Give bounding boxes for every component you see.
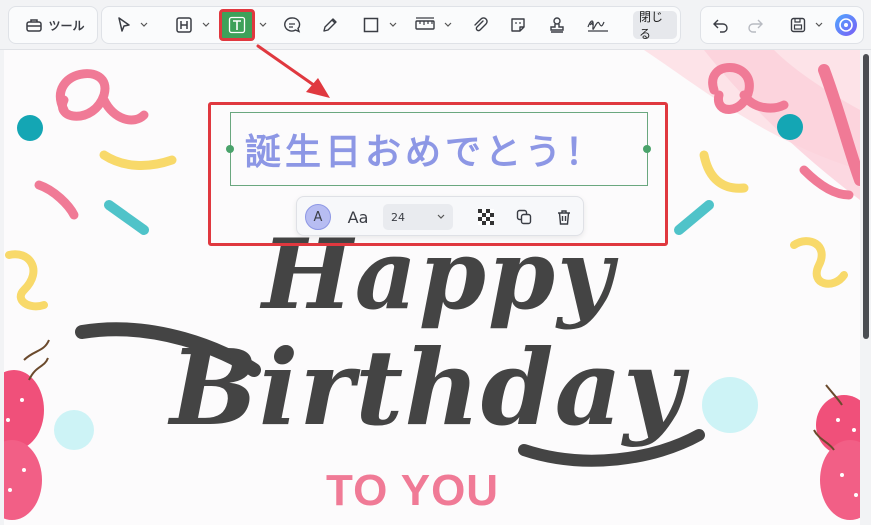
- text-annotation-box[interactable]: 誕生日おめでとう！: [230, 112, 648, 186]
- select-tool[interactable]: [112, 11, 136, 39]
- signature-tool[interactable]: [584, 11, 612, 39]
- strawberry-right: [813, 384, 860, 520]
- font-size-value: 24: [391, 210, 405, 224]
- square-icon: [363, 17, 379, 33]
- text-color-button[interactable]: A: [305, 204, 331, 230]
- stamp-tool[interactable]: [545, 11, 569, 39]
- copy-icon: [516, 209, 532, 225]
- delete-button[interactable]: [551, 204, 577, 230]
- chevron-down-icon[interactable]: [259, 21, 267, 29]
- chevron-down-icon[interactable]: [444, 21, 452, 29]
- strawberry-left: [4, 339, 50, 520]
- toolbar: ツール 閉じる: [0, 0, 871, 50]
- heading-icon: [176, 17, 192, 33]
- font-family-button[interactable]: Aa: [341, 204, 375, 230]
- pen-tool[interactable]: [318, 11, 342, 39]
- pencil-icon: [323, 18, 337, 32]
- text-annotation-content[interactable]: 誕生日おめでとう！: [245, 123, 605, 175]
- font-family-label: Aa: [347, 207, 369, 227]
- redo-button[interactable]: [743, 11, 767, 39]
- measure-tool[interactable]: [412, 11, 438, 39]
- text-format-toolbar: A Aa 24: [296, 196, 584, 236]
- pdf-editor: ツール 閉じる Happy Birthday TO YOU 誕生日おめでとう！ …: [0, 0, 871, 525]
- sticker-tool[interactable]: [506, 11, 530, 39]
- card-birthday-text: Birthday: [170, 326, 685, 449]
- transparency-button[interactable]: [473, 204, 499, 230]
- comment-tool[interactable]: [280, 11, 304, 39]
- comment-icon: [284, 17, 301, 33]
- shape-tool[interactable]: [359, 11, 383, 39]
- text-icon: [228, 16, 246, 34]
- chevron-down-icon[interactable]: [140, 21, 148, 29]
- text-tool-button[interactable]: [219, 9, 255, 41]
- vertical-scrollbar[interactable]: [861, 50, 871, 525]
- ai-assistant-icon: [835, 14, 857, 36]
- save-button[interactable]: [786, 11, 810, 39]
- undo-button[interactable]: [709, 11, 733, 39]
- save-icon: [790, 17, 806, 33]
- chevron-down-icon: [437, 214, 445, 219]
- checkerboard-icon: [478, 209, 494, 225]
- chevron-down-icon[interactable]: [389, 21, 397, 29]
- resize-handle-left[interactable]: [226, 145, 234, 153]
- sticker-icon: [511, 18, 525, 32]
- close-button[interactable]: 閉じる: [633, 10, 677, 41]
- trash-icon: [558, 210, 570, 225]
- redo-icon: [748, 19, 763, 33]
- text-color-label: A: [313, 209, 323, 225]
- tools-group: ツール: [8, 6, 98, 44]
- tools-button[interactable]: ツール: [19, 11, 91, 39]
- cursor-icon: [118, 17, 130, 32]
- signature-icon: [587, 20, 608, 32]
- chevron-down-icon[interactable]: [815, 21, 823, 29]
- chevron-down-icon[interactable]: [202, 21, 210, 29]
- ruler-icon: [415, 17, 435, 30]
- resize-handle-right[interactable]: [643, 145, 651, 153]
- tools-label: ツール: [48, 18, 85, 33]
- highlight-tool[interactable]: [172, 11, 196, 39]
- card-to-you-text: TO YOU: [326, 466, 500, 515]
- paperclip-icon: [474, 17, 488, 32]
- stamp-icon: [550, 17, 564, 33]
- scroll-thumb[interactable]: [863, 54, 869, 339]
- undo-icon: [713, 19, 728, 33]
- edit-tools-group: 閉じる: [101, 6, 681, 44]
- font-size-select[interactable]: 24: [383, 204, 453, 230]
- toolbox-icon: [26, 19, 43, 32]
- history-group: [700, 6, 864, 44]
- ai-assistant-button[interactable]: [833, 11, 859, 39]
- attach-tool[interactable]: [468, 11, 492, 39]
- duplicate-button[interactable]: [511, 204, 537, 230]
